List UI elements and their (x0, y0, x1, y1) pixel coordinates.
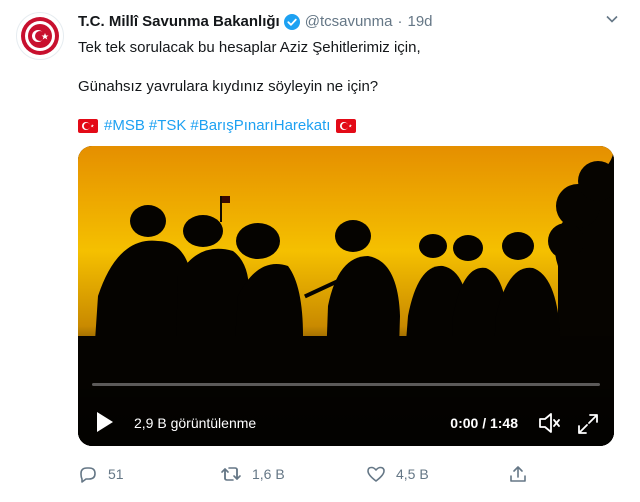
turkish-flag-icon (336, 119, 357, 133)
reply-count: 51 (108, 466, 124, 482)
avatar[interactable] (16, 12, 64, 60)
tweet-timestamp[interactable]: 19d (407, 12, 432, 32)
video-view-count: 2,9 B görüntülenme (134, 415, 257, 431)
share-icon (510, 466, 526, 482)
video-controls-overlay (78, 376, 614, 446)
tweet-header: T.C. Millî Savunma Bakanlığı @tcsavunma … (78, 12, 610, 32)
volume-icon[interactable] (536, 410, 562, 436)
msb-emblem-icon (21, 17, 59, 55)
verified-badge-icon (283, 14, 300, 30)
video-player[interactable]: 2,9 B görüntülenme 0:00 / 1:48 (78, 146, 614, 446)
heart-icon (367, 466, 385, 482)
like-count: 4,5 B (396, 466, 429, 482)
like-button[interactable]: 4,5 B (366, 462, 429, 486)
tweet-text-line-1: Tek tek sorulacak bu hesaplar Aziz Şehit… (78, 39, 421, 56)
video-time: 0:00 / 1:48 (450, 415, 518, 431)
play-icon[interactable] (92, 410, 116, 434)
hashtag-barispinariharekati[interactable]: #BarışPınarıHarekatı (190, 116, 330, 136)
tweet-actions: 51 1,6 B 4,5 B (78, 462, 538, 486)
reply-icon (80, 467, 96, 483)
retweet-icon (221, 467, 241, 481)
hashtag-row: #MSB #TSK #BarışPınarıHarekatı (78, 116, 357, 136)
reply-button[interactable]: 51 (78, 462, 124, 486)
hashtag-tsk[interactable]: #TSK (149, 116, 187, 136)
video-progress-bar[interactable] (92, 383, 600, 386)
retweet-button[interactable]: 1,6 B (220, 462, 285, 486)
author-name[interactable]: T.C. Millî Savunma Bakanlığı (78, 12, 280, 32)
tweet-text-line-2: Günahsız yavrulara kıydınız söyleyin ne … (78, 78, 379, 95)
separator-dot: · (397, 13, 403, 30)
fullscreen-icon[interactable] (576, 412, 600, 436)
author-handle[interactable]: @tcsavunma (305, 12, 393, 32)
share-button[interactable] (508, 462, 538, 486)
retweet-count: 1,6 B (252, 466, 285, 482)
hashtag-msb[interactable]: #MSB (104, 116, 145, 136)
turkish-flag-icon (78, 119, 98, 133)
chevron-down-icon[interactable] (602, 12, 622, 32)
